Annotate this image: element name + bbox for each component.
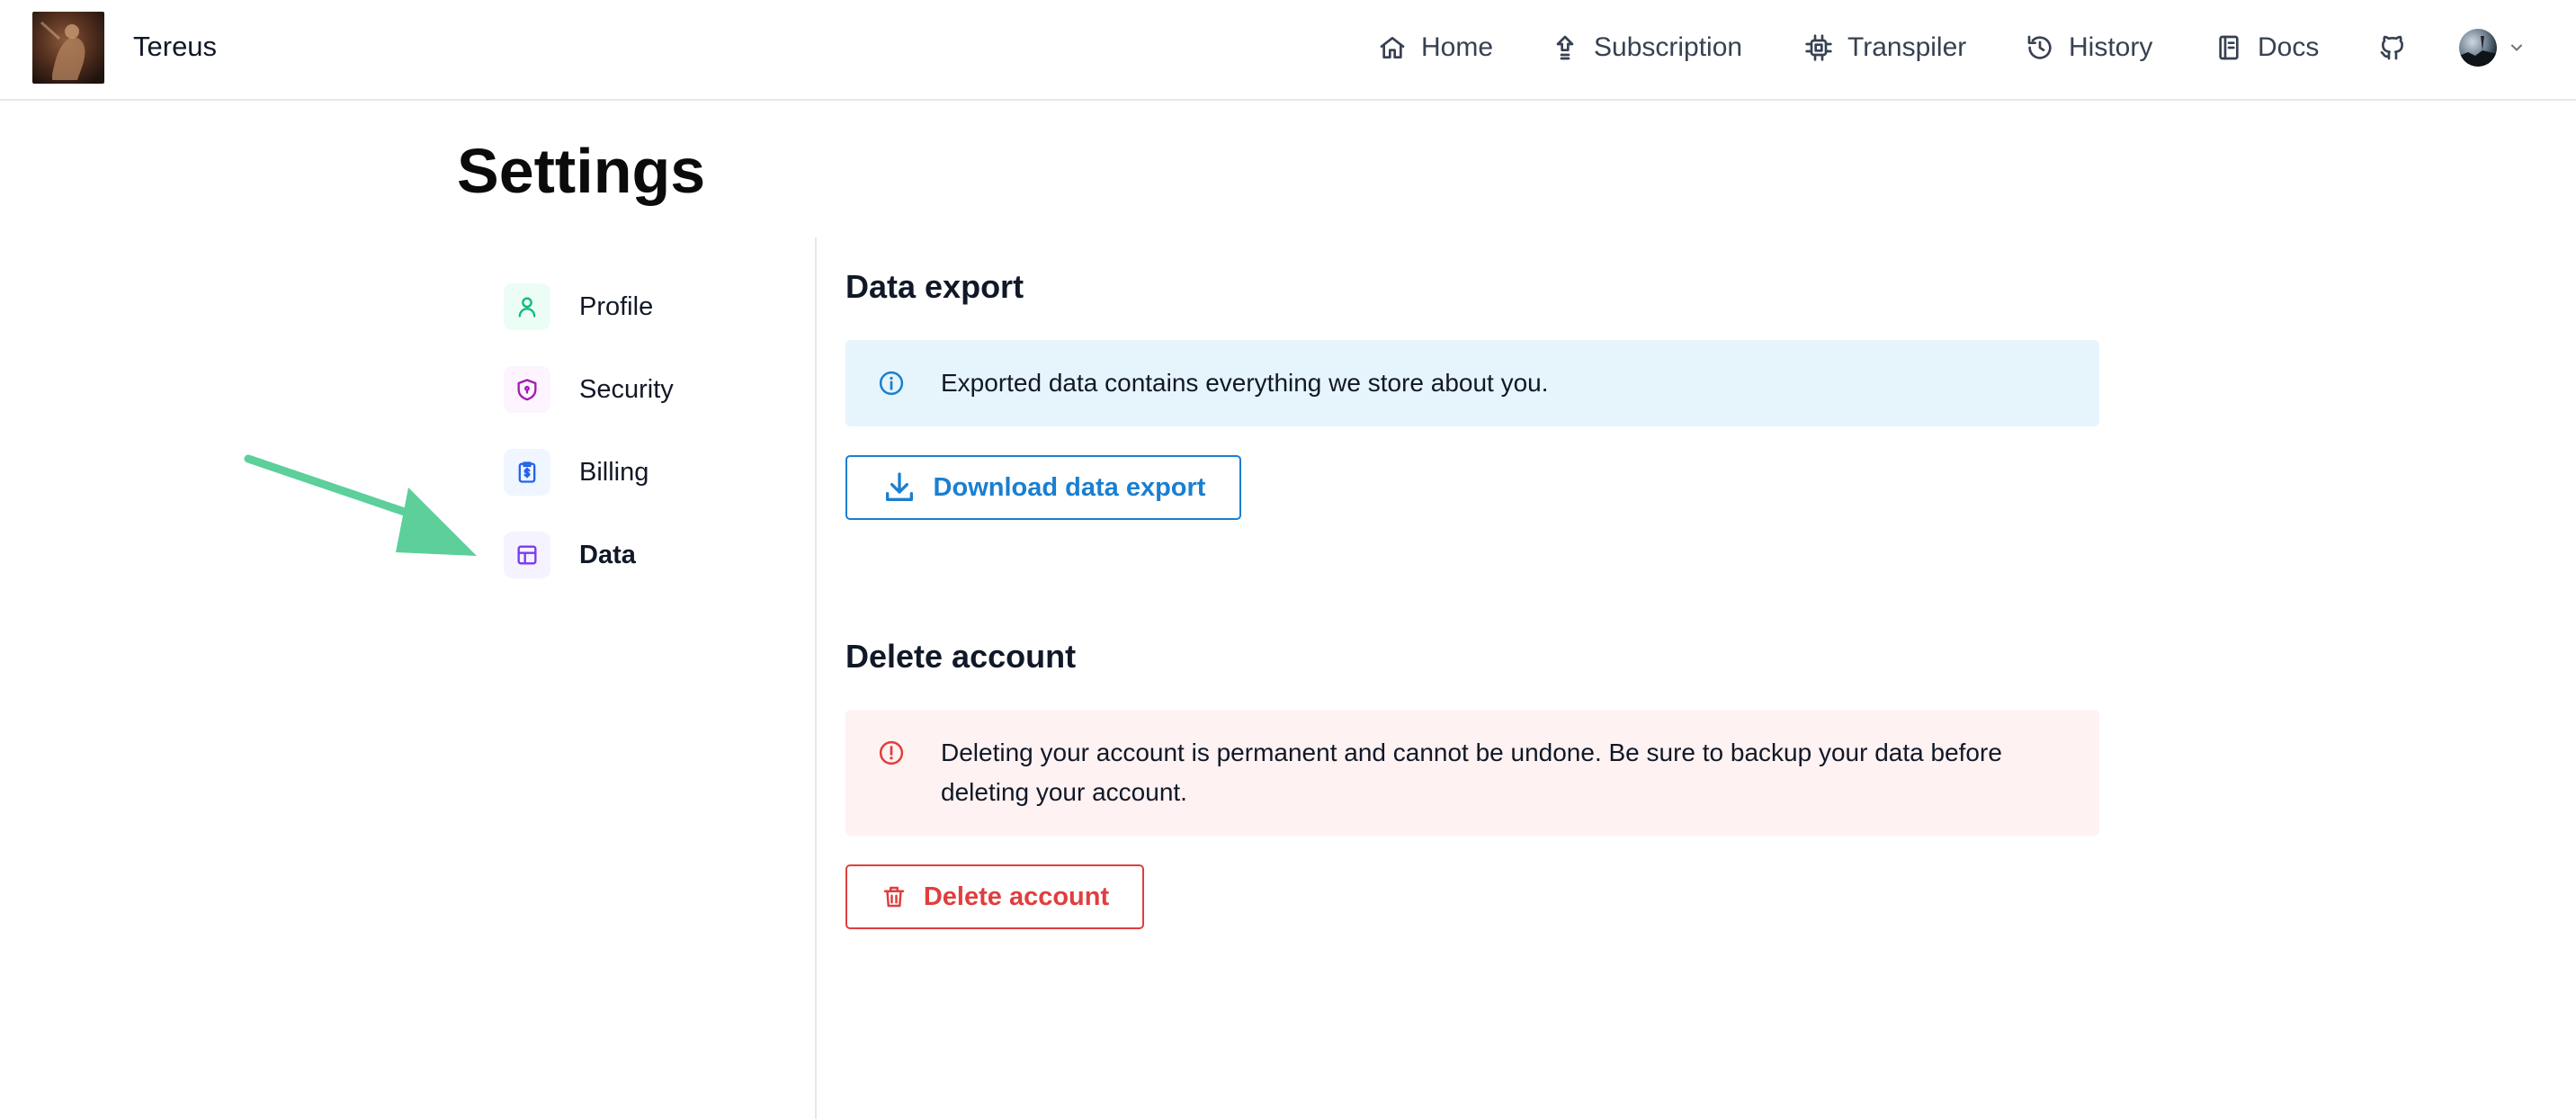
data-export-info-text: Exported data contains everything we sto… — [941, 369, 1549, 397]
trash-icon — [883, 886, 905, 908]
download-icon — [885, 472, 913, 501]
sidebar-item-billing[interactable]: Billing — [504, 448, 648, 497]
nav-home-label: Home — [1421, 32, 1494, 62]
history-icon — [2027, 35, 2052, 59]
nav-transpiler-label: Transpiler — [1847, 32, 1967, 62]
data-export-title: Data export — [845, 268, 1024, 305]
upload-icon — [1556, 35, 1574, 60]
avatar — [2459, 29, 2497, 67]
nav-docs-label: Docs — [2258, 32, 2320, 62]
data-export-info-alert: Exported data contains everything we sto… — [845, 340, 2099, 426]
nav-subscription[interactable]: Subscription — [1551, 25, 1742, 70]
sidebar-item-label: Billing — [579, 457, 649, 487]
delete-account-warning-alert: Deleting your account is permanent and c… — [845, 710, 2099, 836]
page-title: Settings — [457, 136, 706, 206]
nav-home[interactable]: Home — [1378, 25, 1493, 70]
github-icon — [2380, 35, 2403, 60]
delete-account-title: Delete account — [845, 638, 1077, 675]
sidebar-item-label: Data — [579, 540, 636, 569]
user-menu[interactable] — [2459, 27, 2526, 68]
nav-docs[interactable]: Docs — [2214, 25, 2319, 70]
info-icon — [879, 371, 904, 396]
nav-subscription-label: Subscription — [1594, 32, 1743, 62]
book-icon — [2219, 35, 2239, 60]
nav-transpiler[interactable]: Transpiler — [1804, 25, 1966, 70]
billing-icon — [504, 449, 550, 496]
sidebar-divider — [815, 237, 817, 1119]
shield-icon — [504, 366, 550, 413]
delete-account-warning-text: Deleting your account is permanent and c… — [941, 739, 2002, 806]
sidebar-item-security[interactable]: Security — [504, 365, 674, 414]
download-data-export-label: Download data export — [933, 472, 1206, 502]
delete-account-button[interactable]: Delete account — [845, 864, 1144, 929]
nav-history-label: History — [2069, 32, 2153, 62]
nav-history[interactable]: History — [2026, 25, 2152, 70]
sidebar-item-data[interactable]: Data — [504, 531, 636, 579]
download-data-export-button[interactable]: Download data export — [845, 455, 1241, 520]
table-icon — [504, 532, 550, 578]
sidebar-item-profile[interactable]: Profile — [504, 282, 653, 331]
main-nav: Home Subscription Transpiler History Doc… — [0, 0, 2576, 97]
top-navbar: Tereus Home Subscription Transpiler Hist… — [0, 0, 2576, 101]
sidebar-item-label: Security — [579, 374, 674, 404]
home-icon — [1380, 37, 1405, 58]
nav-github[interactable] — [2378, 25, 2407, 70]
cpu-icon — [1805, 34, 1832, 61]
chevron-down-icon — [2511, 44, 2522, 51]
user-icon — [504, 283, 550, 330]
delete-account-label: Delete account — [923, 882, 1110, 911]
sidebar-item-label: Profile — [579, 291, 654, 321]
annotation-arrow-icon — [244, 454, 477, 556]
alert-circle-icon — [879, 740, 904, 765]
